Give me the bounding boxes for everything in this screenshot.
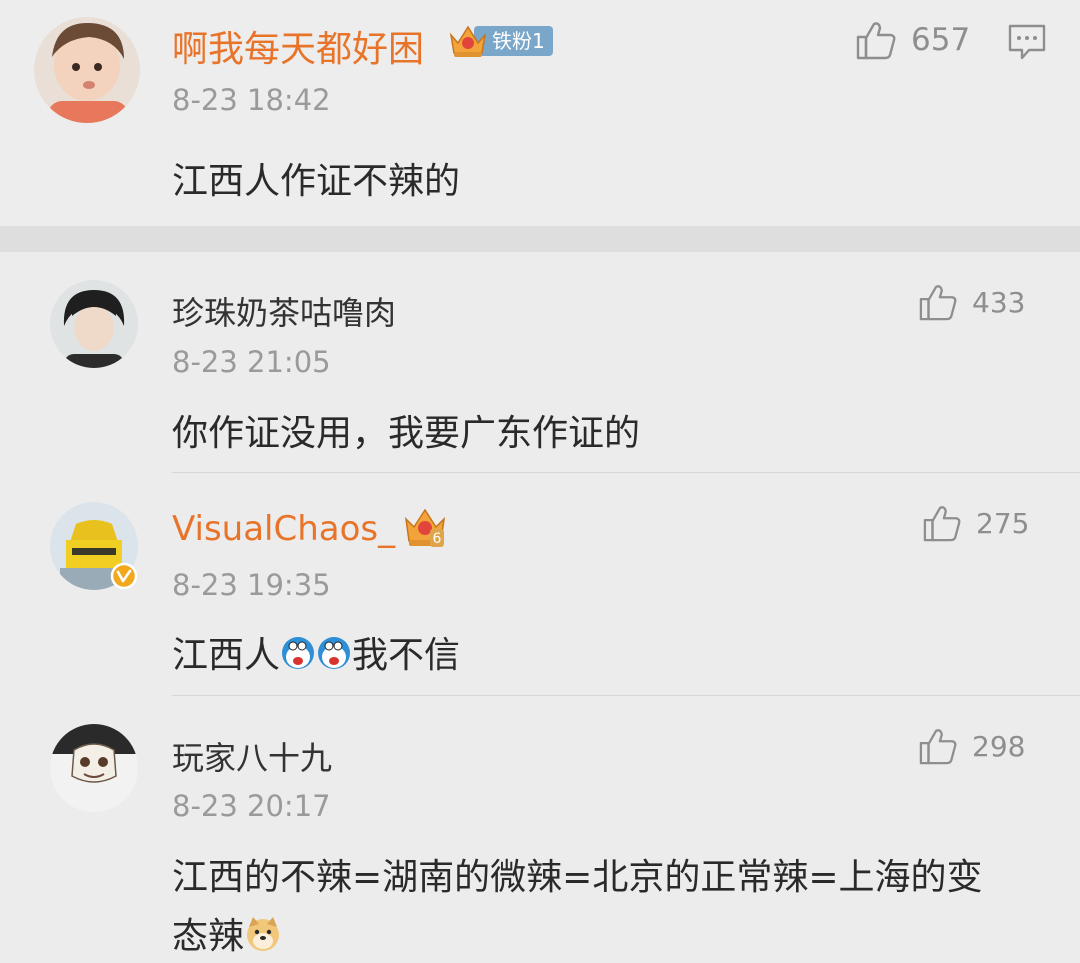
crown-icon[interactable]: 6	[403, 505, 447, 553]
comment-text-part: 我不信	[352, 635, 461, 676]
comment-list-page: 啊我每天都好困 铁粉1 8-23 18:42 江西人作证不辣的 657 珍珠奶茶…	[0, 0, 1080, 963]
avatar[interactable]	[50, 724, 138, 812]
fan-badge[interactable]: 铁粉1	[448, 24, 553, 58]
comment-reply-icon[interactable]	[1007, 23, 1047, 65]
doraemon-emoji	[280, 635, 316, 680]
like-button[interactable]: 657	[855, 20, 970, 60]
timestamp: 8-23 21:05	[172, 345, 331, 379]
comment-text-line2: 态辣	[172, 907, 282, 962]
thumbs-up-icon	[923, 506, 961, 542]
thumbs-up-icon	[856, 22, 896, 60]
username[interactable]: 玩家八十九	[172, 733, 332, 779]
like-button[interactable]: 433	[918, 283, 1025, 321]
doraemon-emoji	[316, 635, 352, 680]
like-button[interactable]: 298	[918, 727, 1025, 765]
like-count: 433	[972, 285, 1026, 319]
username[interactable]: VisualChaos_	[172, 509, 395, 549]
like-count: 275	[976, 506, 1030, 540]
timestamp: 8-23 18:42	[172, 83, 331, 117]
timestamp: 8-23 19:35	[172, 568, 331, 602]
comment-text-part: 态辣	[172, 916, 245, 957]
comment-text: 江西人作证不辣的	[172, 161, 461, 202]
verified-icon	[110, 562, 138, 594]
username[interactable]: 啊我每天都好困	[172, 20, 424, 72]
like-button[interactable]: 275	[922, 504, 1029, 542]
crown-icon	[449, 25, 487, 57]
timestamp: 8-23 20:17	[172, 789, 331, 823]
doge-emoji	[244, 915, 282, 962]
divider	[172, 472, 1080, 473]
avatar[interactable]	[50, 280, 138, 368]
like-count: 657	[911, 22, 971, 58]
like-count: 298	[972, 729, 1026, 763]
comment-text-part: 江西人	[172, 635, 281, 676]
crown-level: 6	[433, 531, 442, 547]
section-divider	[0, 226, 1080, 252]
avatar[interactable]	[34, 17, 140, 123]
thumbs-up-icon	[919, 729, 957, 765]
divider	[172, 695, 1080, 696]
thumbs-up-icon	[919, 285, 957, 321]
comment-text: 你作证没用，我要广东作证的	[172, 413, 641, 454]
comment-text: 江西人 我不信	[172, 626, 460, 680]
username[interactable]: 珍珠奶茶咕噜肉	[172, 288, 396, 334]
comment-text: 江西的不辣=湖南的微辣=北京的正常辣=上海的变	[172, 857, 983, 898]
